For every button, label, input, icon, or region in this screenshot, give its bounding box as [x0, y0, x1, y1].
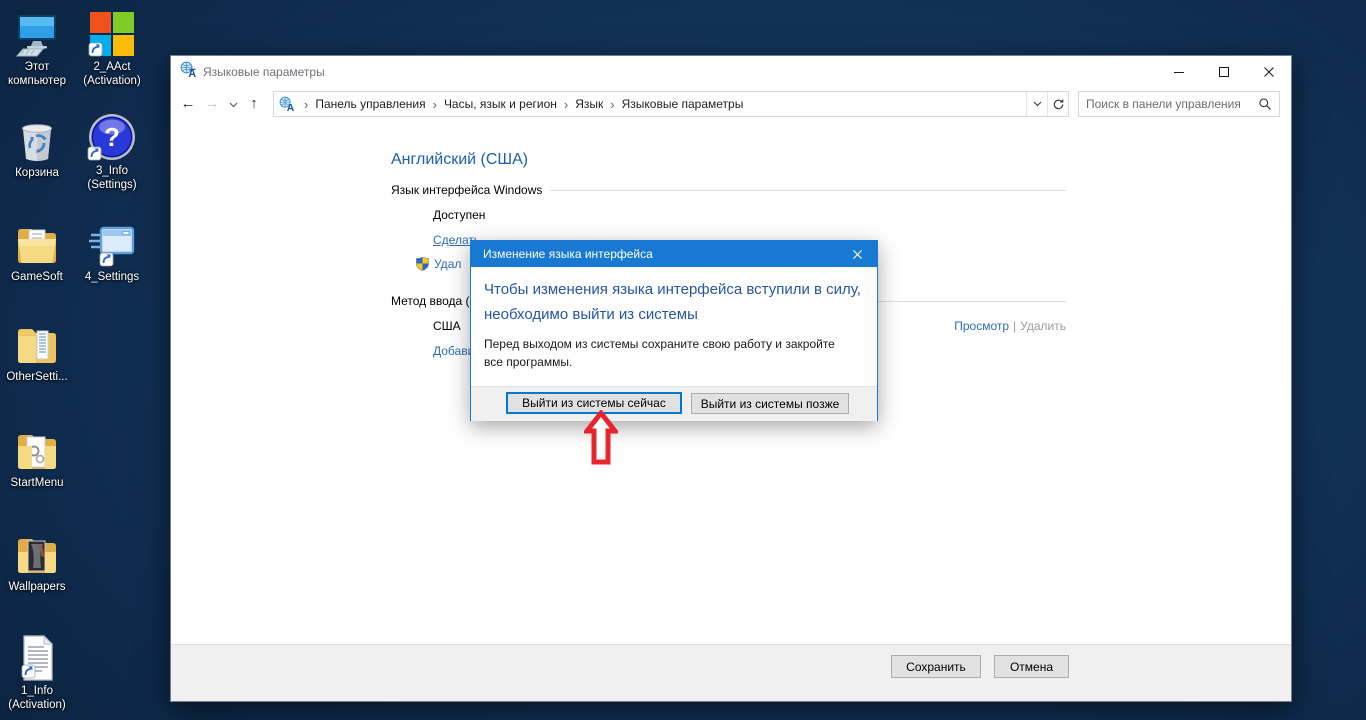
- breadcrumb-separator: ›: [304, 96, 309, 112]
- desktop-icon-label: 1_Info (Activation): [8, 685, 66, 711]
- delete-link-disabled[interactable]: Удалить: [1020, 319, 1066, 333]
- window-footer: Сохранить Отмена: [171, 644, 1291, 701]
- red-arrow-annotation: [584, 410, 618, 465]
- page-heading: Английский (США): [391, 151, 529, 168]
- window-title: Языковые параметры: [203, 65, 325, 79]
- minimize-button[interactable]: [1156, 56, 1201, 87]
- desktop-icon-label: StartMenu: [10, 477, 64, 489]
- breadcrumb-language-settings[interactable]: Языковые параметры: [620, 97, 746, 111]
- breadcrumb-control-panel[interactable]: Панель управления: [313, 97, 427, 111]
- status-available: Доступен: [433, 208, 486, 222]
- uac-shield-icon: [415, 256, 430, 271]
- refresh-icon[interactable]: [1047, 92, 1068, 116]
- shortcut-arrow-overlay: [87, 146, 102, 161]
- dialog-footer: Выйти из системы сейчас Выйти из системы…: [471, 386, 877, 421]
- close-button[interactable]: [1246, 56, 1291, 87]
- folder-document-icon: [12, 318, 62, 368]
- folder-image-icon: [12, 528, 62, 578]
- desktop-icon-othersettings[interactable]: OtherSetti...: [0, 318, 74, 385]
- desktop-icon-label: 3_Info (Settings): [87, 165, 137, 191]
- remove-language-link[interactable]: Удал: [434, 257, 461, 271]
- windows-logo-icon: [87, 8, 137, 58]
- question-badge-icon: ?: [87, 112, 137, 162]
- preview-link[interactable]: Просмотр: [954, 319, 1009, 333]
- breadcrumb-clock-language-region[interactable]: Часы, язык и регион: [442, 97, 559, 111]
- desktop-icon-label: GameSoft: [11, 271, 63, 283]
- breadcrumb-separator: ›: [610, 96, 615, 112]
- change-display-language-dialog: Изменение языка интерфейса Чтобы изменен…: [470, 240, 878, 421]
- desktop-icon-4-settings[interactable]: 4_Settings: [75, 218, 149, 285]
- desktop-icon-wallpapers[interactable]: Wallpapers: [0, 528, 74, 595]
- desktop-icon-gamesoft[interactable]: GameSoft: [0, 218, 74, 285]
- desktop-icon-label: OtherSetti...: [6, 371, 68, 383]
- desktop-icon-2-aact[interactable]: 2_AAct (Activation): [75, 8, 149, 88]
- computer-icon: [12, 8, 62, 58]
- dialog-titlebar: Изменение языка интерфейса: [471, 241, 877, 267]
- svg-text:?: ?: [104, 122, 120, 152]
- desktop-icon-this-pc[interactable]: Этот компьютер: [0, 8, 74, 88]
- desktop-icon-label: 4_Settings: [84, 271, 140, 283]
- desktop-icon-1-info[interactable]: 1_Info (Activation): [0, 632, 74, 712]
- shortcut-arrow-overlay: [88, 42, 103, 57]
- dialog-main-instruction: Чтобы изменения языка интерфейса вступил…: [484, 281, 861, 323]
- remove-language-row: Удал: [415, 256, 461, 271]
- section-label: Метод ввода (р: [391, 294, 477, 308]
- up-arrow-icon[interactable]: ↑: [242, 95, 266, 112]
- back-arrow-icon[interactable]: ←: [176, 95, 200, 112]
- cancel-button[interactable]: Отмена: [994, 655, 1069, 678]
- search-icon[interactable]: [1258, 97, 1272, 111]
- links-separator: |: [1013, 319, 1017, 333]
- language-globe-icon: A: [180, 61, 197, 83]
- text-document-icon: [12, 632, 62, 682]
- breadcrumb-language[interactable]: Язык: [573, 97, 605, 111]
- shortcut-arrow-overlay: [99, 252, 114, 267]
- desktop-icon-startmenu[interactable]: StartMenu: [0, 424, 74, 491]
- folder-icon: [12, 218, 62, 268]
- maximize-button[interactable]: [1201, 56, 1246, 87]
- desktop-icon-label: 2_AAct (Activation): [83, 61, 141, 87]
- desktop-icon-recycle-bin[interactable]: Корзина: [0, 114, 74, 181]
- svg-text:A: A: [287, 103, 295, 112]
- dialog-title: Изменение языка интерфейса: [483, 247, 653, 261]
- search-box[interactable]: [1078, 91, 1280, 117]
- language-globe-icon: A: [279, 96, 295, 112]
- log-off-later-button[interactable]: Выйти из системы позже: [691, 393, 849, 414]
- search-input[interactable]: [1086, 97, 1258, 111]
- add-input-method-link[interactable]: Добави: [433, 344, 474, 358]
- forward-arrow-icon[interactable]: →: [200, 95, 224, 112]
- dialog-close-icon[interactable]: [837, 241, 877, 267]
- dialog-body-text: Перед выходом из системы сохраните свою …: [484, 337, 835, 369]
- window-titlebar: A Языковые параметры: [171, 56, 1291, 88]
- section-rule: [550, 189, 1066, 191]
- recent-pages-chevron-icon[interactable]: [224, 95, 242, 112]
- desktop-icon-3-info[interactable]: ? 3_Info (Settings): [75, 112, 149, 192]
- save-button[interactable]: Сохранить: [891, 655, 981, 678]
- section-display-language: Язык интерфейса Windows: [391, 183, 1066, 197]
- desktop-icon-label: Этот компьютер: [8, 61, 66, 87]
- section-label: Язык интерфейса Windows: [391, 183, 543, 197]
- shortcut-arrow-overlay: [21, 664, 36, 679]
- address-bar[interactable]: A › Панель управления › Часы, язык и рег…: [273, 91, 1069, 117]
- desktop-icon-label: Корзина: [15, 167, 59, 179]
- folder-gear-icon: [12, 424, 62, 474]
- address-dropdown-chevron-icon[interactable]: [1026, 92, 1047, 116]
- desktop-icon-label: Wallpapers: [8, 581, 66, 593]
- navigation-bar: ← → ↑ A › Панель управления › Часы, язык…: [171, 88, 1291, 118]
- breadcrumb-separator: ›: [563, 96, 569, 112]
- recycle-bin-icon: [12, 114, 62, 164]
- breadcrumb-separator: ›: [432, 96, 437, 112]
- app-window-icon: [87, 218, 137, 268]
